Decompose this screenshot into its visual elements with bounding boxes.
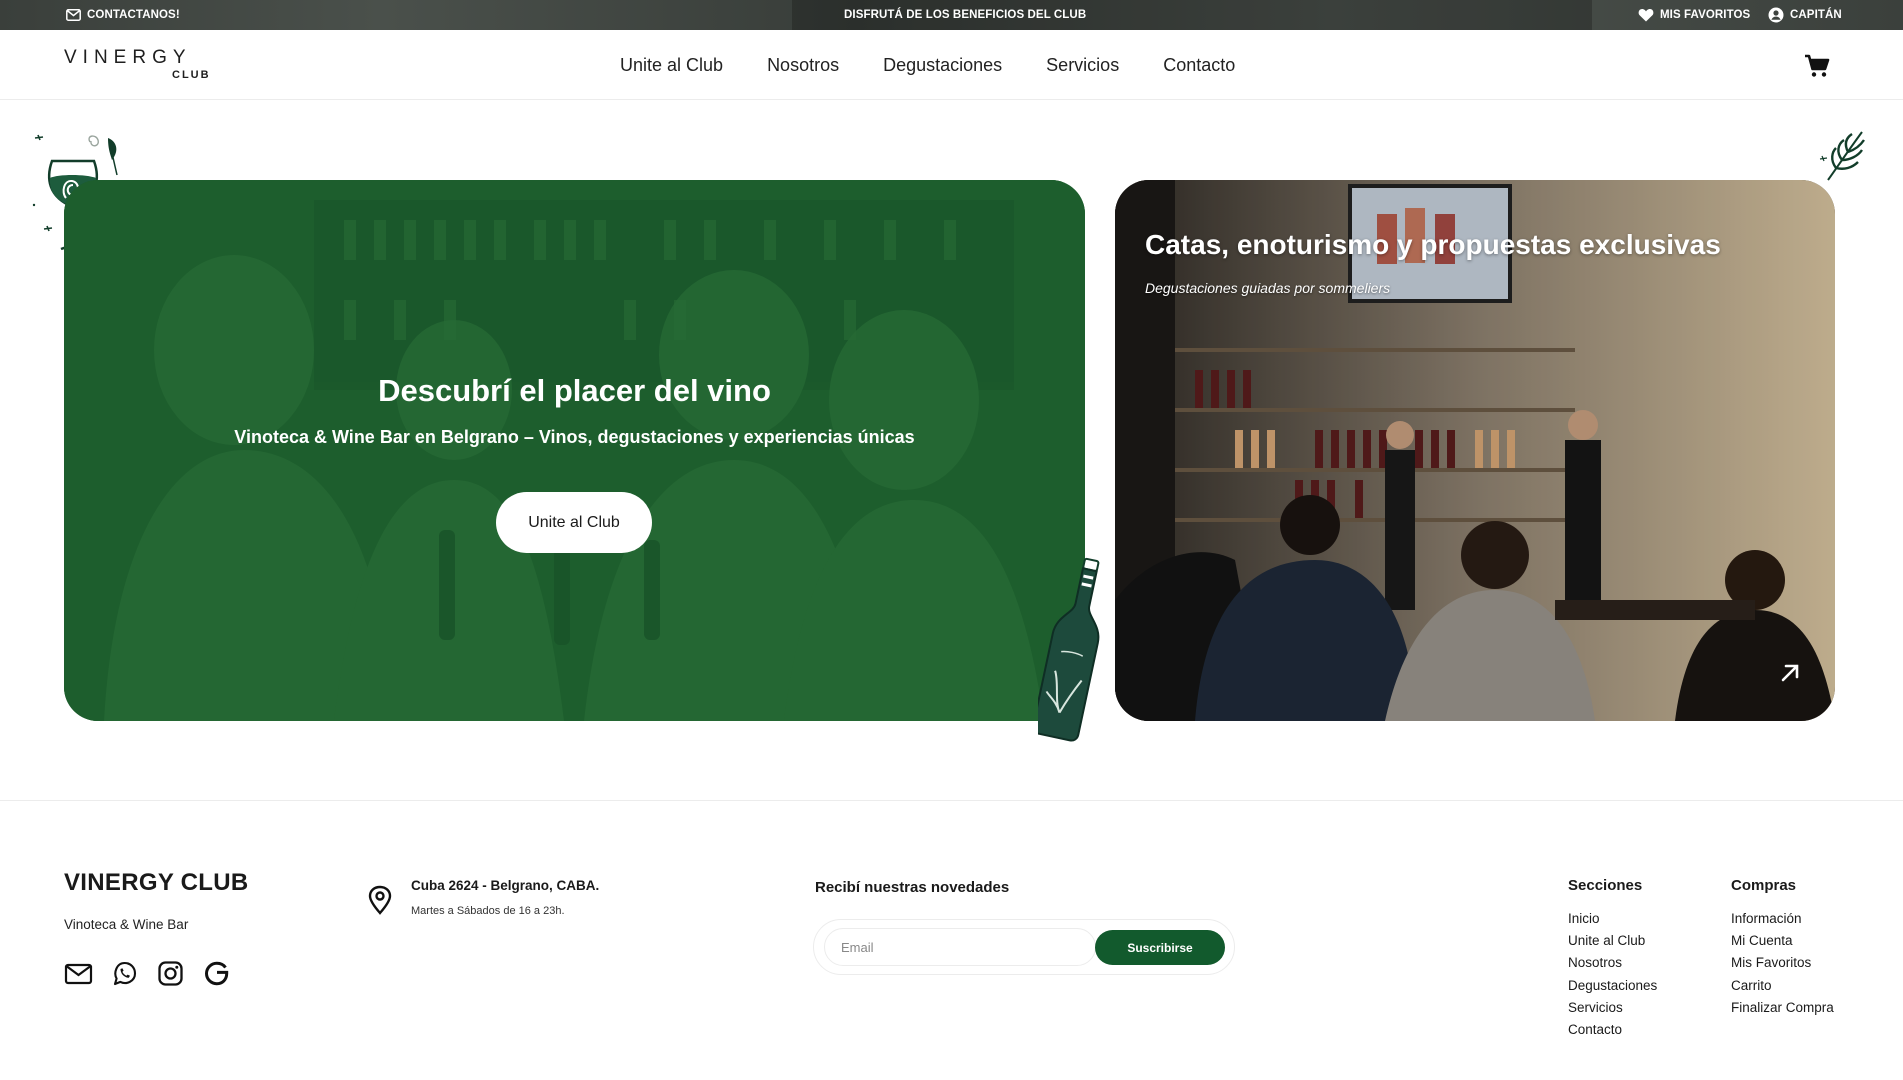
hero-banner: Descubrí el placer del vino Vinoteca & W… bbox=[64, 180, 1085, 721]
footer-link-carrito[interactable]: Carrito bbox=[1731, 975, 1834, 997]
promo-label: DISFRUTÁ DE LOS BENEFICIOS DEL CLUB bbox=[844, 9, 1087, 21]
footer-link-finalizar-compra[interactable]: Finalizar Compra bbox=[1731, 997, 1834, 1019]
contact-link[interactable]: CONTACTANOS! bbox=[66, 0, 180, 30]
newsletter-title: Recibí nuestras novedades bbox=[815, 879, 1010, 896]
cart-icon[interactable] bbox=[1804, 54, 1830, 78]
nav-unite-al-club[interactable]: Unite al Club bbox=[620, 55, 723, 76]
footer-link-informacion[interactable]: Información bbox=[1731, 908, 1834, 930]
contact-label: CONTACTANOS! bbox=[87, 9, 180, 21]
instagram-icon[interactable] bbox=[156, 959, 185, 988]
footer-address: Cuba 2624 - Belgrano, CABA. bbox=[411, 878, 600, 893]
location-pin-icon bbox=[368, 885, 392, 915]
whatsapp-icon[interactable] bbox=[110, 959, 139, 988]
wine-bottle-illustration bbox=[1032, 554, 1108, 749]
arrow-up-right-icon[interactable] bbox=[1779, 662, 1801, 684]
site-footer: VINERGY CLUB Vinoteca & Wine Bar Cuba 26… bbox=[0, 800, 1903, 1080]
google-icon[interactable] bbox=[202, 959, 231, 988]
join-club-button[interactable]: Unite al Club bbox=[496, 492, 652, 553]
footer-link-degustaciones[interactable]: Degustaciones bbox=[1568, 975, 1657, 997]
social-links bbox=[64, 959, 231, 988]
footer-link-mi-cuenta[interactable]: Mi Cuenta bbox=[1731, 930, 1834, 952]
footer-link-servicios[interactable]: Servicios bbox=[1568, 997, 1657, 1019]
nav-servicios[interactable]: Servicios bbox=[1046, 55, 1119, 76]
footer-sections-title: Secciones bbox=[1568, 877, 1643, 894]
newsletter-email-input[interactable] bbox=[824, 928, 1096, 966]
tasting-photo bbox=[1115, 180, 1835, 721]
mail-icon[interactable] bbox=[64, 959, 93, 988]
nav-degustaciones[interactable]: Degustaciones bbox=[883, 55, 1002, 76]
promo-subtitle: Degustaciones guiadas por sommeliers bbox=[1145, 280, 1391, 296]
favorites-link[interactable]: MIS FAVORITOS bbox=[1638, 0, 1750, 30]
heart-icon bbox=[1638, 8, 1654, 22]
footer-brand: VINERGY CLUB bbox=[64, 869, 249, 896]
logo-word: VINERGY bbox=[64, 47, 192, 68]
footer-link-unite-al-club[interactable]: Unite al Club bbox=[1568, 930, 1657, 952]
account-link[interactable]: CAPITÁN bbox=[1768, 0, 1842, 30]
promo-title: Catas, enoturismo y propuestas exclusiva… bbox=[1145, 229, 1721, 260]
account-label: CAPITÁN bbox=[1790, 9, 1842, 21]
hero-subtitle: Vinoteca & Wine Bar en Belgrano – Vinos,… bbox=[234, 427, 915, 447]
main-header: VINERGY CLUB Unite al Club Nosotros Degu… bbox=[0, 30, 1903, 100]
footer-compras-title: Compras bbox=[1731, 877, 1797, 894]
top-bar: CONTACTANOS! DISFRUTÁ DE LOS BENEFICIOS … bbox=[0, 0, 1903, 30]
subscribe-button[interactable]: Suscribirse bbox=[1095, 930, 1225, 965]
main-nav: Unite al Club Nosotros Degustaciones Ser… bbox=[620, 30, 1235, 100]
favorites-label: MIS FAVORITOS bbox=[1660, 9, 1751, 21]
club-benefits-link[interactable]: DISFRUTÁ DE LOS BENEFICIOS DEL CLUB bbox=[844, 0, 1086, 30]
user-icon bbox=[1768, 7, 1784, 23]
hero-photo bbox=[64, 180, 1085, 721]
site-logo[interactable]: VINERGY CLUB bbox=[64, 48, 214, 84]
footer-sections-column: Secciones Inicio Unite al Club Nosotros … bbox=[1568, 877, 1657, 1041]
footer-link-contacto[interactable]: Contacto bbox=[1568, 1019, 1657, 1041]
logo-sub: CLUB bbox=[172, 69, 211, 81]
nav-nosotros[interactable]: Nosotros bbox=[767, 55, 839, 76]
nav-contacto[interactable]: Contacto bbox=[1163, 55, 1235, 76]
hero-title: Descubrí el placer del vino bbox=[378, 373, 771, 408]
footer-link-inicio[interactable]: Inicio bbox=[1568, 908, 1657, 930]
footer-compras-column: Compras Información Mi Cuenta Mis Favori… bbox=[1731, 877, 1834, 1019]
footer-link-mis-favoritos[interactable]: Mis Favoritos bbox=[1731, 952, 1834, 974]
footer-tagline: Vinoteca & Wine Bar bbox=[64, 917, 189, 932]
footer-hours: Martes a Sábados de 16 a 23h. bbox=[411, 905, 565, 917]
promo-card[interactable]: Catas, enoturismo y propuestas exclusiva… bbox=[1115, 180, 1835, 721]
leaf-illustration bbox=[1818, 126, 1868, 189]
mail-icon bbox=[66, 9, 81, 21]
footer-link-nosotros[interactable]: Nosotros bbox=[1568, 952, 1657, 974]
newsletter-form: Suscribirse bbox=[813, 919, 1235, 975]
